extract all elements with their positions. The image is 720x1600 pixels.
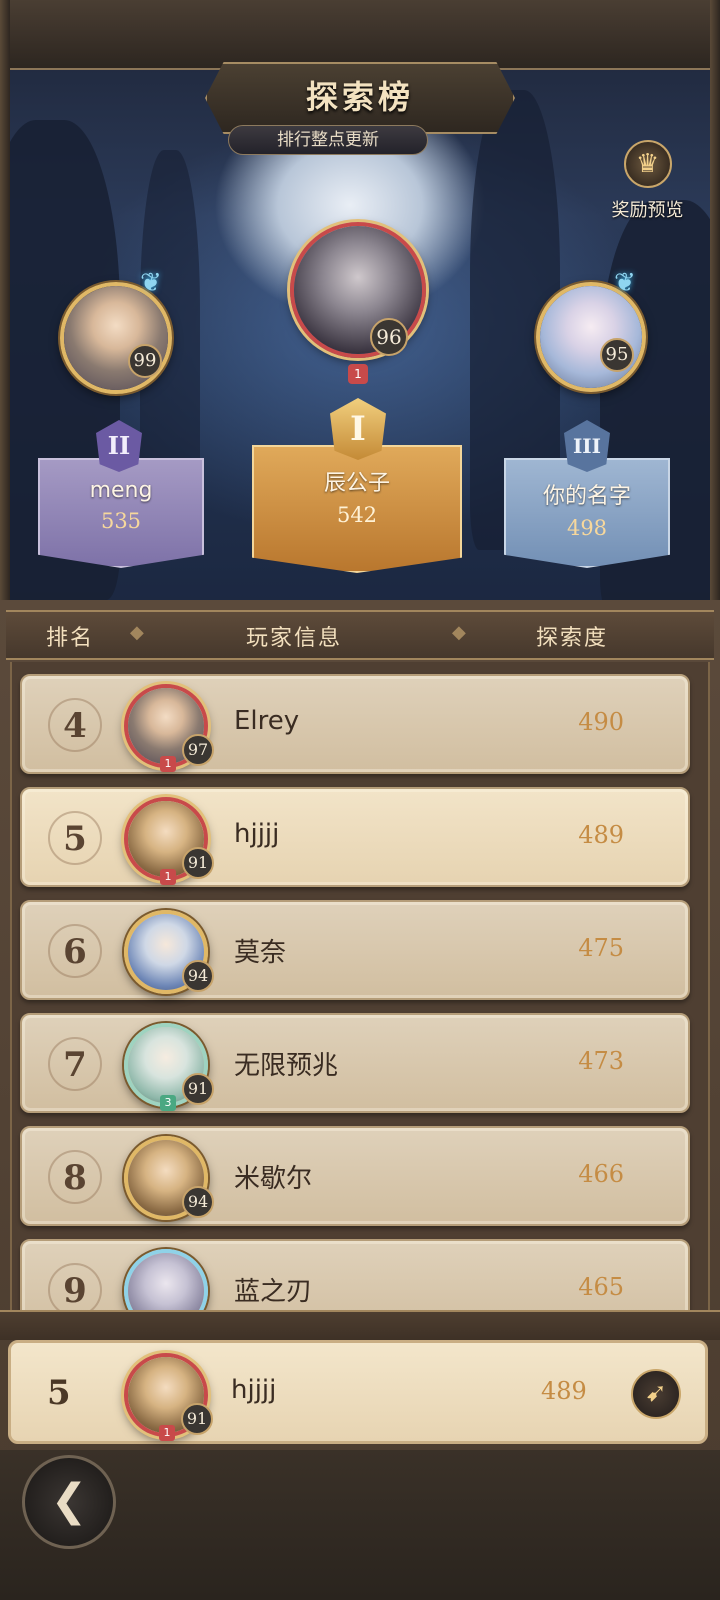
my-player-name: hjjjj	[231, 1375, 277, 1405]
column-separator: ◆	[130, 622, 144, 643]
leaderboard-screen: 探索榜 排行整点更新 ♛ 奖励预览 99 ❦ meng 535 II 96 1 …	[0, 0, 720, 1600]
row-tag: 1	[160, 869, 176, 885]
row-level: 94	[182, 1186, 214, 1218]
back-button[interactable]: ❮	[22, 1455, 116, 1549]
third-place-plaque: 你的名字 498	[504, 458, 670, 568]
second-place-name: meng	[89, 478, 153, 503]
ranking-row[interactable]: 9 蓝之刃 465	[20, 1239, 690, 1315]
butterfly-icon: ❦	[614, 268, 636, 298]
row-level: 94	[182, 960, 214, 992]
column-separator: ◆	[452, 622, 466, 643]
row-avatar[interactable]	[124, 1249, 208, 1315]
column-player: 玩家信息	[246, 626, 343, 651]
row-rank: 6	[48, 924, 102, 978]
row-score: 489	[578, 821, 624, 849]
row-player-name: hjjjj	[234, 819, 280, 849]
second-place-level: 99	[128, 344, 162, 378]
first-place-plaque: 辰公子 542	[252, 445, 462, 573]
reward-preview-label: 奖励预览	[611, 200, 684, 221]
row-tag: 1	[160, 756, 176, 772]
row-player-name: Elrey	[234, 706, 300, 736]
row-level: 97	[182, 734, 214, 766]
third-place-score: 498	[566, 516, 608, 540]
row-score: 490	[578, 708, 624, 736]
row-score: 465	[578, 1273, 624, 1301]
first-place-tag: 1	[348, 364, 368, 384]
ranking-row[interactable]: 8 94 米歇尔 466	[20, 1126, 690, 1226]
ranking-row[interactable]: 4 97 1 Elrey 490	[20, 674, 690, 774]
second-place-avatar[interactable]	[60, 282, 172, 394]
top-frame	[0, 0, 720, 70]
row-player-name: 无限预兆	[234, 1051, 339, 1081]
my-rank: 5	[47, 1373, 71, 1413]
first-place-level: 96	[370, 318, 408, 356]
row-rank: 4	[48, 698, 102, 752]
row-player-name: 莫奈	[234, 938, 287, 968]
column-rank: 排名	[46, 626, 95, 651]
page-title: 探索榜	[305, 78, 414, 116]
first-place-score: 542	[336, 503, 378, 527]
reward-preview-button[interactable]: ♛ 奖励预览	[600, 140, 695, 235]
row-player-name: 蓝之刃	[234, 1277, 313, 1307]
ranking-row-self[interactable]: 5 91 1 hjjjj 489	[20, 787, 690, 887]
butterfly-icon: ❦	[140, 268, 162, 298]
back-arrow-icon: ❮	[50, 1475, 88, 1526]
third-place-avatar[interactable]	[536, 282, 646, 392]
row-rank: 8	[48, 1150, 102, 1204]
list-bottom-frame	[0, 1310, 720, 1340]
locate-self-button[interactable]: ➹	[631, 1369, 681, 1419]
ranking-list[interactable]: 4 97 1 Elrey 490 5 91 1 hjjjj 489 6 94 莫…	[10, 662, 710, 1315]
third-place-name: 你的名字	[542, 484, 631, 509]
row-score: 466	[578, 1160, 624, 1188]
ranking-row[interactable]: 7 91 3 无限预兆 473	[20, 1013, 690, 1113]
third-place-level: 95	[600, 338, 634, 372]
row-rank: 7	[48, 1037, 102, 1091]
locate-arrow-icon: ➹	[645, 1378, 667, 1408]
row-level: 91	[182, 1073, 214, 1105]
my-tag: 1	[159, 1425, 175, 1441]
update-note: 排行整点更新	[228, 125, 428, 155]
row-rank: 9	[48, 1263, 102, 1315]
treasure-chest-icon: ♛	[623, 140, 672, 188]
ranking-row[interactable]: 6 94 莫奈 475	[20, 900, 690, 1000]
my-ranking-bar[interactable]: 5 91 1 hjjjj 489 ➹	[8, 1340, 708, 1444]
my-level: 91	[181, 1403, 213, 1435]
row-player-name: 米歇尔	[234, 1164, 313, 1194]
row-score: 473	[578, 1047, 624, 1075]
row-level: 91	[182, 847, 214, 879]
second-place-score: 535	[100, 509, 142, 533]
row-rank: 5	[48, 811, 102, 865]
column-score: 探索度	[536, 626, 609, 651]
second-place-plaque: meng 535	[38, 458, 204, 568]
my-score: 489	[541, 1377, 587, 1405]
first-place-name: 辰公子	[323, 471, 390, 496]
row-score: 475	[578, 934, 624, 962]
row-tag: 3	[160, 1095, 176, 1111]
